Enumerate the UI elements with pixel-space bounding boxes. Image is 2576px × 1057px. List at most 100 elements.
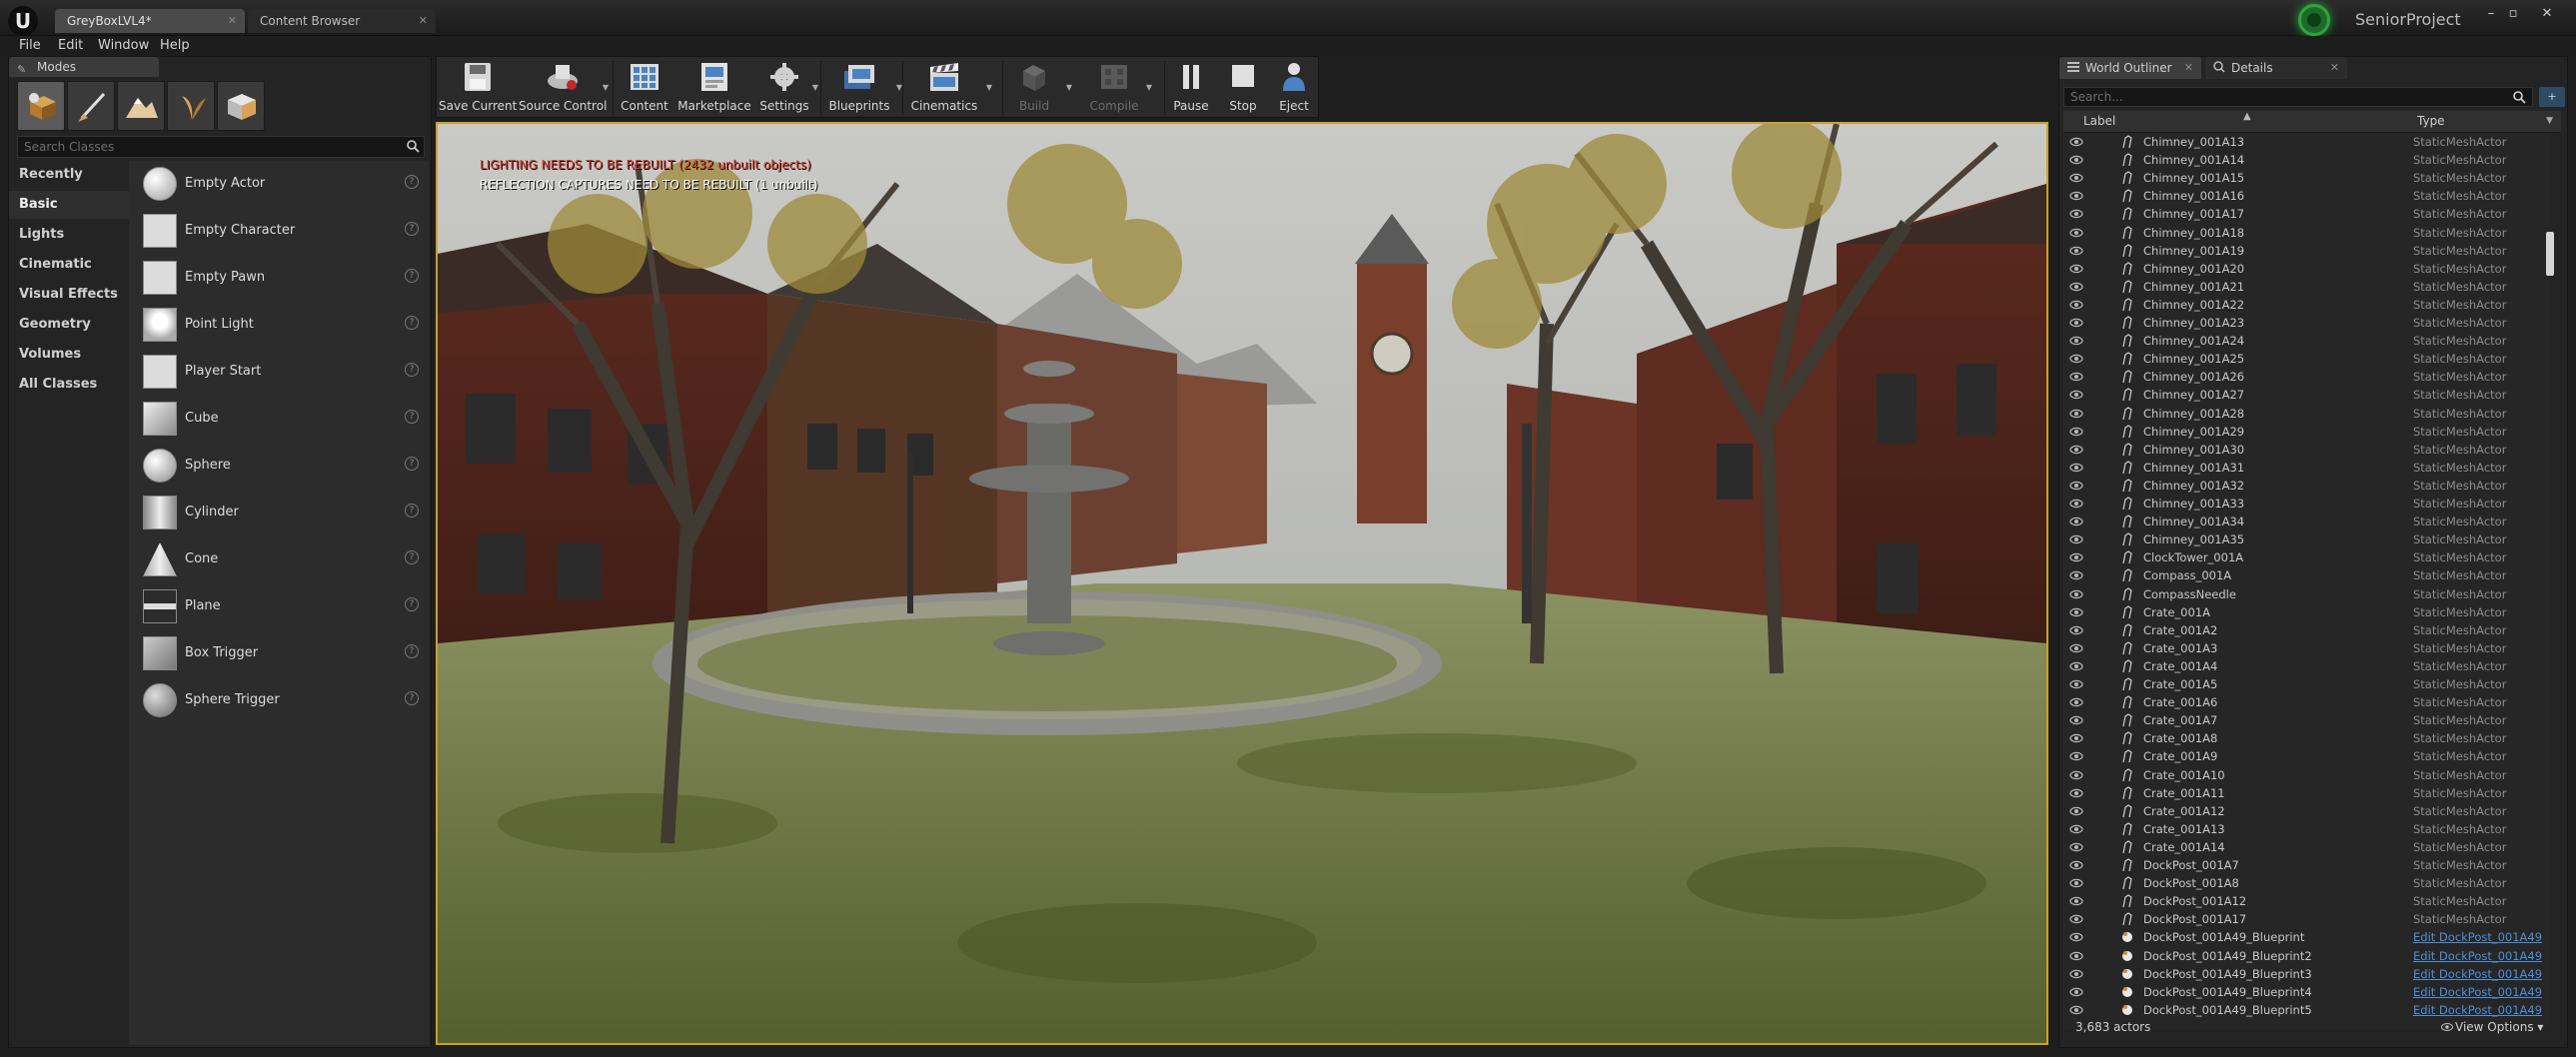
outliner-row[interactable]: DockPost_001A49_Blueprint2 Edit DockPost_… xyxy=(2063,947,2551,965)
category-volumes[interactable]: Volumes xyxy=(9,341,129,369)
unreal-logo-icon[interactable]: U xyxy=(8,6,38,36)
outliner-row[interactable]: Crate_001A3 StaticMeshActor xyxy=(2063,639,2551,657)
content-button[interactable]: Content xyxy=(615,57,674,119)
outliner-row[interactable]: DockPost_001A12 StaticMeshActor xyxy=(2063,892,2551,910)
outliner-row[interactable]: Crate_001A5 StaticMeshActor xyxy=(2063,675,2551,693)
dropdown-arrow-icon[interactable]: ▼ xyxy=(986,83,992,92)
outliner-row[interactable]: DockPost_001A49_Blueprint3 Edit DockPost_… xyxy=(2063,965,2551,983)
visibility-eye-icon[interactable] xyxy=(2069,806,2083,816)
outliner-row[interactable]: Chimney_001A29 StaticMeshActor xyxy=(2063,423,2551,441)
source-control-button[interactable]: Source Control ▼ xyxy=(519,57,609,119)
maximize-button[interactable]: ▫ xyxy=(2504,6,2522,22)
close-icon[interactable]: ✕ xyxy=(2184,57,2193,79)
menu-edit[interactable]: Edit xyxy=(58,38,83,53)
outliner-row[interactable]: Chimney_001A21 StaticMeshActor xyxy=(2063,278,2551,296)
class-item-point-light[interactable]: Point Light ? xyxy=(129,302,429,348)
visibility-eye-icon[interactable] xyxy=(2069,209,2083,219)
visibility-eye-icon[interactable] xyxy=(2069,409,2083,419)
tab-greyboxlvl4[interactable]: GreyBoxLVL4* ✕ xyxy=(55,9,245,33)
visibility-eye-icon[interactable] xyxy=(2069,788,2083,798)
visibility-eye-icon[interactable] xyxy=(2069,534,2083,544)
pause-button[interactable]: Pause xyxy=(1166,57,1216,119)
outliner-row[interactable]: Crate_001A2 StaticMeshActor xyxy=(2063,621,2551,639)
save-current-button[interactable]: Save Current xyxy=(439,57,517,119)
visibility-eye-icon[interactable] xyxy=(2069,137,2083,147)
blueprints-button[interactable]: Blueprints ▼ xyxy=(822,57,902,119)
visibility-eye-icon[interactable] xyxy=(2069,860,2083,870)
outliner-row[interactable]: Crate_001A10 StaticMeshActor xyxy=(2063,766,2551,784)
help-icon[interactable]: ? xyxy=(405,644,419,658)
dropdown-arrow-icon[interactable]: ▼ xyxy=(1146,83,1152,92)
help-icon[interactable]: ? xyxy=(405,504,419,518)
help-icon[interactable]: ? xyxy=(405,175,419,189)
help-icon[interactable]: ? xyxy=(405,550,419,564)
view-options-button[interactable]: View Options ▾ xyxy=(2441,1020,2543,1034)
visibility-eye-icon[interactable] xyxy=(2069,951,2083,961)
class-item-box-trigger[interactable]: Box Trigger ? xyxy=(129,630,429,676)
geometry-mode-button[interactable] xyxy=(217,81,265,131)
edit-blueprint-link[interactable]: Edit DockPost_001A49 xyxy=(2413,949,2542,963)
visibility-eye-icon[interactable] xyxy=(2069,517,2083,527)
visibility-eye-icon[interactable] xyxy=(2069,697,2083,707)
tab-content-browser[interactable]: Content Browser ✕ xyxy=(248,9,436,33)
outliner-row[interactable]: DockPost_001A17 StaticMeshActor xyxy=(2063,910,2551,928)
outliner-row[interactable]: Chimney_001A31 StaticMeshActor xyxy=(2063,459,2551,477)
compile-button[interactable]: Compile ▼ xyxy=(1084,57,1152,119)
outliner-row[interactable]: DockPost_001A49_Blueprint4 Edit DockPost_… xyxy=(2063,983,2551,1001)
outliner-row[interactable]: Chimney_001A18 StaticMeshActor xyxy=(2063,224,2551,242)
menu-file[interactable]: File xyxy=(19,38,41,53)
paint-mode-button[interactable] xyxy=(67,81,115,131)
outliner-row[interactable]: DockPost_001A7 StaticMeshActor xyxy=(2063,856,2551,874)
visibility-eye-icon[interactable] xyxy=(2069,354,2083,364)
dropdown-arrow-icon[interactable]: ▼ xyxy=(1066,83,1072,92)
outliner-row[interactable]: Chimney_001A14 StaticMeshActor xyxy=(2063,151,2551,169)
menu-help[interactable]: Help xyxy=(160,38,190,53)
outliner-row[interactable]: Chimney_001A16 StaticMeshActor xyxy=(2063,187,2551,205)
outliner-row[interactable]: Chimney_001A23 StaticMeshActor xyxy=(2063,314,2551,332)
visibility-eye-icon[interactable] xyxy=(2069,969,2083,979)
visibility-eye-icon[interactable] xyxy=(2069,570,2083,580)
visibility-eye-icon[interactable] xyxy=(2069,896,2083,906)
category-recently-placed[interactable]: Recently Placed xyxy=(9,161,129,210)
help-icon[interactable]: ? xyxy=(405,597,419,611)
visibility-eye-icon[interactable] xyxy=(2069,842,2083,852)
dropdown-arrow-icon[interactable]: ▼ xyxy=(603,83,609,92)
close-window-button[interactable]: ✕ xyxy=(2538,6,2556,22)
outliner-row[interactable]: Crate_001A StaticMeshActor xyxy=(2063,603,2551,621)
visibility-eye-icon[interactable] xyxy=(2069,264,2083,274)
chevron-down-icon[interactable]: ▼ xyxy=(2546,116,2553,126)
edit-blueprint-link[interactable]: Edit DockPost_001A49 xyxy=(2413,985,2542,999)
modes-tab[interactable]: ✎ Modes xyxy=(9,57,159,77)
help-icon[interactable]: ? xyxy=(405,457,419,471)
visibility-eye-icon[interactable] xyxy=(2069,914,2083,924)
settings-button[interactable]: Settings ▼ xyxy=(754,57,818,119)
outliner-row[interactable]: Chimney_001A24 StaticMeshActor xyxy=(2063,332,2551,350)
project-badge-icon[interactable] xyxy=(2298,4,2330,36)
visibility-eye-icon[interactable] xyxy=(2069,661,2083,671)
edit-blueprint-link[interactable]: Edit DockPost_001A49 xyxy=(2413,967,2542,981)
visibility-eye-icon[interactable] xyxy=(2069,824,2083,834)
visibility-eye-icon[interactable] xyxy=(2069,679,2083,689)
outliner-row[interactable]: Compass_001A StaticMeshActor xyxy=(2063,566,2551,584)
visibility-eye-icon[interactable] xyxy=(2069,607,2083,617)
visibility-eye-icon[interactable] xyxy=(2069,499,2083,509)
visibility-eye-icon[interactable] xyxy=(2069,625,2083,635)
visibility-eye-icon[interactable] xyxy=(2069,191,2083,201)
tab-world-outliner[interactable]: World Outliner ✕ xyxy=(2059,57,2201,79)
outliner-row[interactable]: Chimney_001A19 StaticMeshActor xyxy=(2063,242,2551,260)
eject-button[interactable]: Eject xyxy=(1270,57,1318,119)
outliner-row[interactable]: Crate_001A14 StaticMeshActor xyxy=(2063,838,2551,856)
visibility-eye-icon[interactable] xyxy=(2069,733,2083,743)
visibility-eye-icon[interactable] xyxy=(2069,481,2083,491)
visibility-eye-icon[interactable] xyxy=(2069,155,2083,165)
class-item-sphere[interactable]: Sphere ? xyxy=(129,443,429,489)
outliner-row[interactable]: ClockTower_001A StaticMeshActor xyxy=(2063,548,2551,566)
outliner-row[interactable]: Crate_001A6 StaticMeshActor xyxy=(2063,693,2551,711)
visibility-eye-icon[interactable] xyxy=(2069,282,2083,292)
visibility-eye-icon[interactable] xyxy=(2069,246,2083,256)
search-classes-input[interactable]: Search Classes xyxy=(17,136,425,158)
visibility-eye-icon[interactable] xyxy=(2069,589,2083,599)
visibility-eye-icon[interactable] xyxy=(2069,987,2083,997)
visibility-eye-icon[interactable] xyxy=(2069,715,2083,725)
help-icon[interactable]: ? xyxy=(405,269,419,283)
